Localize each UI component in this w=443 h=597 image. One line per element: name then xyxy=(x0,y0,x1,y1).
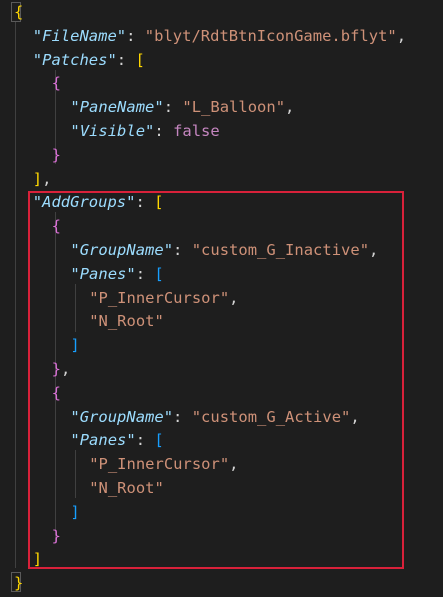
separator: : xyxy=(154,122,174,140)
code-line[interactable]: "Patches": [ xyxy=(0,48,443,72)
code-line[interactable]: "PaneName": "L_Balloon", xyxy=(0,95,443,119)
json-key: "Patches" xyxy=(32,50,117,69)
code-line[interactable]: { xyxy=(0,0,443,24)
json-boolean-value: false xyxy=(173,122,220,140)
comma: , xyxy=(285,98,295,117)
bracket: { xyxy=(51,74,61,93)
json-string-value: "blyt/RdtBtnIconGame.bflyt" xyxy=(144,26,397,45)
brace: } xyxy=(14,574,24,593)
json-string-value: "L_Balloon" xyxy=(182,98,286,117)
brace: { xyxy=(14,3,24,21)
separator: : xyxy=(126,26,145,45)
bracket: } xyxy=(51,145,61,164)
comma: , xyxy=(396,26,407,45)
highlight-annotation-box xyxy=(28,191,404,569)
json-key: "Visible" xyxy=(70,122,155,140)
separator: : xyxy=(116,50,136,69)
json-key: "FileName" xyxy=(32,26,127,45)
code-line[interactable]: "FileName": "blyt/RdtBtnIconGame.bflyt", xyxy=(0,24,443,48)
code-line[interactable]: } xyxy=(0,143,443,167)
separator: : xyxy=(163,98,183,117)
code-editor[interactable]: { "FileName": "blyt/RdtBtnIconGame.bflyt"… xyxy=(0,0,443,597)
bracket: ] xyxy=(32,169,43,188)
code-line[interactable]: "Visible": false xyxy=(0,119,443,143)
bracket: [ xyxy=(135,50,145,69)
json-key: "PaneName" xyxy=(70,98,164,117)
code-line[interactable]: { xyxy=(0,71,443,95)
comma: , xyxy=(42,169,52,188)
code-line[interactable]: ], xyxy=(0,167,443,191)
code-line[interactable]: } xyxy=(0,571,443,595)
